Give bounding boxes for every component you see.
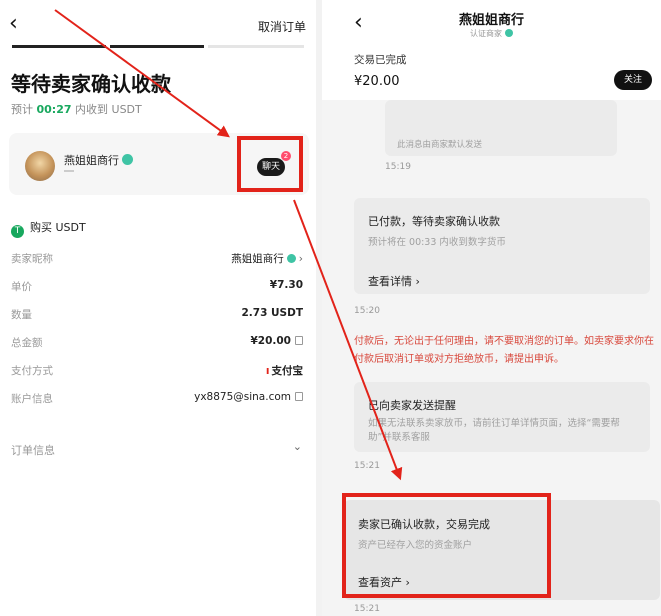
detail-row-account: 账户信息 yx8875@sina.com (11, 391, 303, 406)
seller-nickname-value: 燕姐姐商行 (231, 253, 284, 265)
detail-row-price: 单价 ¥7.30 (11, 279, 303, 294)
detail-label: 单价 (11, 281, 32, 293)
eta-suffix: 内收到 USDT (75, 103, 142, 116)
detail-value[interactable]: 燕姐姐商行 › (231, 251, 303, 266)
copy-icon[interactable] (295, 336, 303, 345)
detail-label: 数量 (11, 309, 32, 321)
verified-merchant-label: 认证商家 (322, 28, 661, 39)
highlight-box-chat (237, 136, 303, 192)
copy-icon[interactable] (295, 392, 303, 401)
verified-icon (122, 154, 133, 165)
detail-label: 支付方式 (11, 365, 53, 377)
chevron-down-icon[interactable]: ⌄ (293, 440, 302, 453)
seller-avatar (25, 151, 55, 181)
eta-text: 预计 00:27 内收到 USDT (11, 101, 142, 117)
payment-marker: ı (265, 365, 270, 377)
timestamp: 15:19 (385, 162, 411, 172)
detail-value: ¥7.30 (269, 279, 303, 291)
eta-prefix: 预计 (11, 103, 33, 116)
verified-label-text: 认证商家 (470, 29, 502, 38)
detail-row-seller: 卖家昵称 燕姐姐商行 › (11, 251, 303, 266)
chevron-right-icon: › (298, 253, 303, 265)
detail-row-quantity: 数量 2.73 USDT (11, 307, 303, 322)
order-detail-panel: ‹ 取消订单 等待卖家确认收款 预计 00:27 内收到 USDT 燕姐姐商行 … (0, 0, 316, 616)
verified-icon (505, 29, 513, 37)
default-message-bubble: 此消息由商家默认发送 (385, 100, 617, 156)
detail-value: ı 支付宝 (266, 363, 303, 378)
chat-header: ‹ 燕姐姐商行 认证商家 (322, 0, 661, 44)
highlight-box-completed (342, 493, 551, 598)
view-details-link[interactable]: 查看详情 › (368, 273, 420, 289)
progress-step-2 (110, 45, 204, 48)
usdt-icon: T (11, 225, 24, 238)
detail-row-total: 总金额 ¥20.00 (11, 335, 303, 350)
cancel-order-button[interactable]: 取消订单 (258, 18, 306, 35)
default-message-text: 此消息由商家默认发送 (397, 140, 483, 150)
progress-step-3 (208, 45, 304, 48)
card-subtitle: 预计将在 00:33 内收到数字货币 (368, 237, 506, 248)
cancel-warning: 付款后，无论出于任何理由，请不要取消您的订单。如卖家要求你在付款后取消订单或对方… (354, 336, 654, 365)
page-title: 等待卖家确认收款 (11, 72, 171, 96)
chat-title: 燕姐姐商行 (458, 13, 524, 28)
reminder-card: 已向卖家发送提醒 如果无法联系卖家放币，请前往订单详情页面，选择“需要帮助”并联… (354, 382, 650, 452)
follow-button[interactable]: 关注 (614, 70, 652, 90)
timestamp: 15:20 (354, 306, 380, 316)
card-subtitle: 如果无法联系卖家放币，请前往订单详情页面，选择“需要帮助”并联系客服 (368, 418, 620, 443)
eta-countdown: 00:27 (36, 103, 72, 116)
detail-row-payment: 支付方式 ı 支付宝 (11, 363, 303, 378)
card-title: 已向卖家发送提醒 (368, 399, 456, 412)
seller-subtext (64, 170, 74, 172)
seller-name-text: 燕姐姐商行 (64, 154, 119, 167)
detail-value: yx8875@sina.com (194, 391, 303, 403)
buy-usdt-heading: T 购买 USDT (11, 219, 86, 238)
payment-method-value: 支付宝 (271, 365, 304, 377)
detail-value: 2.73 USDT (241, 307, 303, 319)
order-info-toggle[interactable]: 订单信息 (11, 442, 55, 458)
timestamp: 15:21 (354, 461, 380, 471)
trade-status: 交易已完成 (354, 54, 407, 66)
progress-step-1 (12, 45, 106, 48)
buy-heading-text: 购买 USDT (30, 221, 86, 234)
timestamp: 15:21 (354, 604, 380, 614)
detail-value: ¥20.00 (250, 335, 303, 347)
detail-label: 账户信息 (11, 393, 53, 405)
paid-status-card: 已付款，等待卖家确认收款 预计将在 00:33 内收到数字货币 查看详情 › (354, 198, 650, 294)
back-icon[interactable]: ‹ (9, 13, 18, 35)
detail-label: 总金额 (11, 337, 43, 349)
card-title: 已付款，等待卖家确认收款 (368, 215, 500, 228)
trade-amount: ¥20.00 (354, 74, 400, 89)
account-value: yx8875@sina.com (194, 391, 291, 403)
verified-icon (286, 254, 296, 263)
detail-label: 卖家昵称 (11, 253, 53, 265)
seller-name: 燕姐姐商行 (64, 152, 133, 168)
total-amount-value: ¥20.00 (250, 335, 291, 347)
